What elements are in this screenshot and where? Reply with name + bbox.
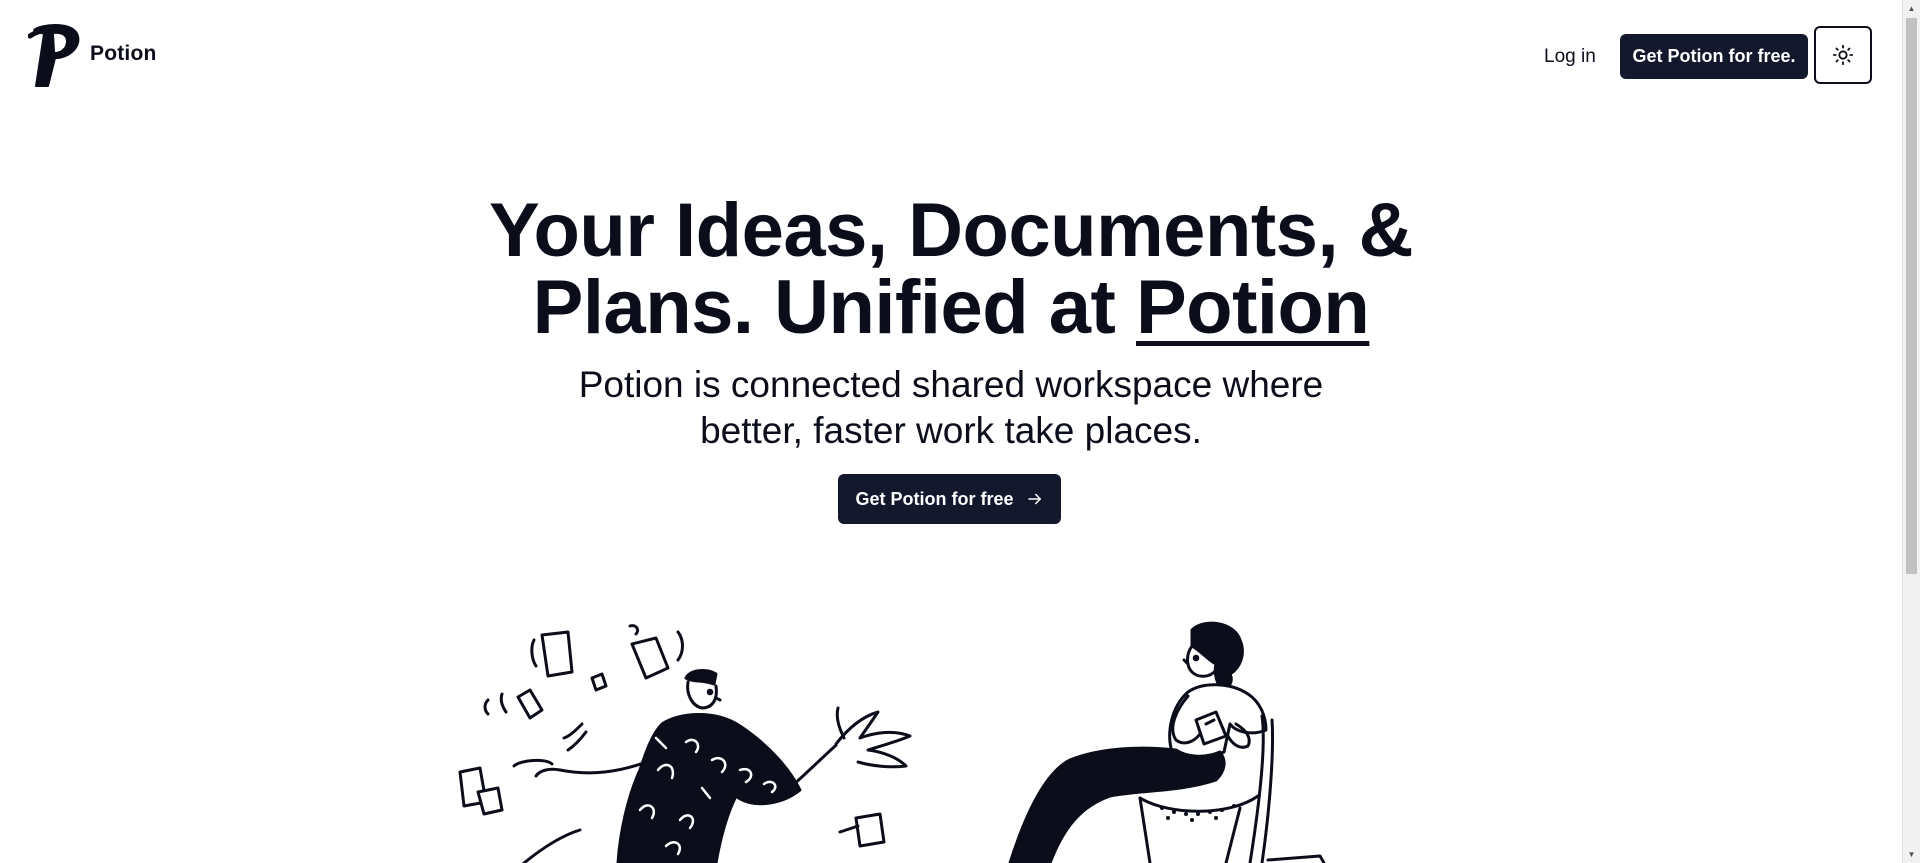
- arrow-right-icon: [1027, 493, 1041, 505]
- get-potion-header-button[interactable]: Get Potion for free.: [1620, 34, 1808, 79]
- get-potion-hero-button[interactable]: Get Potion for free: [838, 474, 1061, 524]
- person-reading-in-chair-illustration: [1008, 621, 1326, 863]
- theme-toggle-button[interactable]: [1814, 26, 1872, 84]
- hero-title-line-1: Your Ideas, Documents, &: [488, 188, 1414, 273]
- hero-title: Your Ideas, Documents, & Plans. Unified …: [0, 192, 1902, 346]
- scroll-up-arrow-icon[interactable]: ▲: [1903, 0, 1920, 17]
- potion-logo[interactable]: [28, 22, 82, 90]
- scroll-down-arrow-icon[interactable]: ▼: [1903, 846, 1920, 863]
- landing-page: Potion Log in Get Potion for free. Your …: [0, 0, 1902, 863]
- person-juggling-documents-illustration: [458, 624, 912, 863]
- hero-title-brand: Potion: [1135, 265, 1370, 350]
- hero-subtitle-line-2: better, faster work take places.: [700, 410, 1202, 451]
- vertical-scrollbar[interactable]: ▲ ▼: [1902, 0, 1920, 863]
- scroll-thumb[interactable]: [1906, 18, 1917, 574]
- sun-icon: [1832, 44, 1854, 66]
- get-potion-hero-label: Get Potion for free: [855, 488, 1014, 509]
- login-link[interactable]: Log in: [1534, 35, 1606, 79]
- hero-subtitle-line-1: Potion is connected shared workspace whe…: [578, 364, 1324, 405]
- hero-subtitle: Potion is connected shared workspace whe…: [0, 362, 1902, 454]
- brand-name[interactable]: Potion: [90, 42, 157, 66]
- hero-title-line-2-prefix: Plans. Unified at: [532, 265, 1136, 350]
